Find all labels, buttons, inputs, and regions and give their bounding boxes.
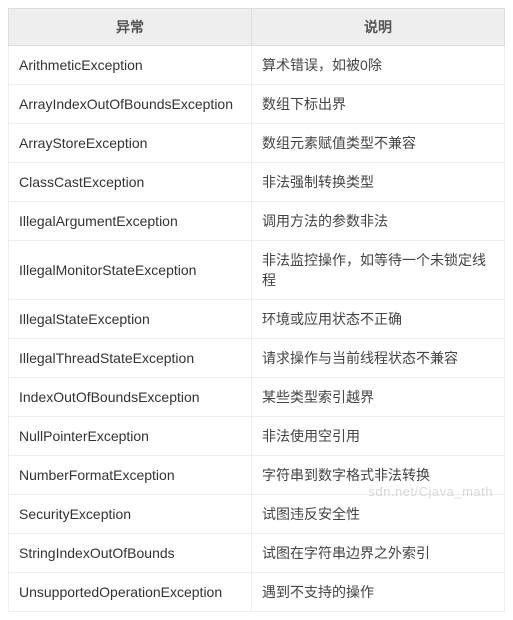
- cell-exception-name: ArrayIndexOutOfBoundsException: [9, 85, 252, 124]
- table-header-row: 异常 说明: [9, 9, 505, 46]
- cell-exception-name: IllegalStateException: [9, 300, 252, 339]
- cell-exception-name: IllegalMonitorStateException: [9, 241, 252, 300]
- cell-exception-name: IllegalArgumentException: [9, 202, 252, 241]
- cell-exception-name: NumberFormatException: [9, 456, 252, 495]
- table-row: SecurityException试图违反安全性: [9, 495, 505, 534]
- header-description: 说明: [252, 9, 505, 46]
- table-row: ArrayStoreException数组元素赋值类型不兼容: [9, 124, 505, 163]
- table-row: IllegalStateException环境或应用状态不正确: [9, 300, 505, 339]
- cell-exception-desc: 试图违反安全性: [252, 495, 505, 534]
- cell-exception-desc: 数组下标出界: [252, 85, 505, 124]
- table-row: ClassCastException非法强制转换类型: [9, 163, 505, 202]
- table-row: NullPointerException非法使用空引用: [9, 417, 505, 456]
- cell-exception-desc: 算术错误，如被0除: [252, 46, 505, 85]
- cell-exception-desc: 数组元素赋值类型不兼容: [252, 124, 505, 163]
- cell-exception-name: ArithmeticException: [9, 46, 252, 85]
- table-row: ArithmeticException算术错误，如被0除: [9, 46, 505, 85]
- table-row: IllegalThreadStateException请求操作与当前线程状态不兼…: [9, 339, 505, 378]
- table-row: IndexOutOfBoundsException某些类型索引越界: [9, 378, 505, 417]
- exception-table: 异常 说明 ArithmeticException算术错误，如被0除ArrayI…: [8, 8, 505, 612]
- cell-exception-desc: 环境或应用状态不正确: [252, 300, 505, 339]
- table-row: IllegalArgumentException调用方法的参数非法: [9, 202, 505, 241]
- cell-exception-desc: 调用方法的参数非法: [252, 202, 505, 241]
- header-exception: 异常: [9, 9, 252, 46]
- cell-exception-name: ClassCastException: [9, 163, 252, 202]
- cell-exception-desc: 请求操作与当前线程状态不兼容: [252, 339, 505, 378]
- table-row: UnsupportedOperationException遇到不支持的操作: [9, 573, 505, 612]
- cell-exception-desc: 字符串到数字格式非法转换: [252, 456, 505, 495]
- table-row: IllegalMonitorStateException非法监控操作，如等待一个…: [9, 241, 505, 300]
- cell-exception-desc: 非法使用空引用: [252, 417, 505, 456]
- cell-exception-name: NullPointerException: [9, 417, 252, 456]
- cell-exception-name: ArrayStoreException: [9, 124, 252, 163]
- cell-exception-name: IndexOutOfBoundsException: [9, 378, 252, 417]
- cell-exception-name: IllegalThreadStateException: [9, 339, 252, 378]
- table-row: ArrayIndexOutOfBoundsException数组下标出界: [9, 85, 505, 124]
- cell-exception-desc: 某些类型索引越界: [252, 378, 505, 417]
- cell-exception-name: SecurityException: [9, 495, 252, 534]
- cell-exception-desc: 试图在字符串边界之外索引: [252, 534, 505, 573]
- cell-exception-desc: 非法监控操作，如等待一个未锁定线程: [252, 241, 505, 300]
- table-row: StringIndexOutOfBounds试图在字符串边界之外索引: [9, 534, 505, 573]
- cell-exception-name: StringIndexOutOfBounds: [9, 534, 252, 573]
- table-body: ArithmeticException算术错误，如被0除ArrayIndexOu…: [9, 46, 505, 612]
- cell-exception-name: UnsupportedOperationException: [9, 573, 252, 612]
- table-row: NumberFormatException字符串到数字格式非法转换: [9, 456, 505, 495]
- cell-exception-desc: 遇到不支持的操作: [252, 573, 505, 612]
- cell-exception-desc: 非法强制转换类型: [252, 163, 505, 202]
